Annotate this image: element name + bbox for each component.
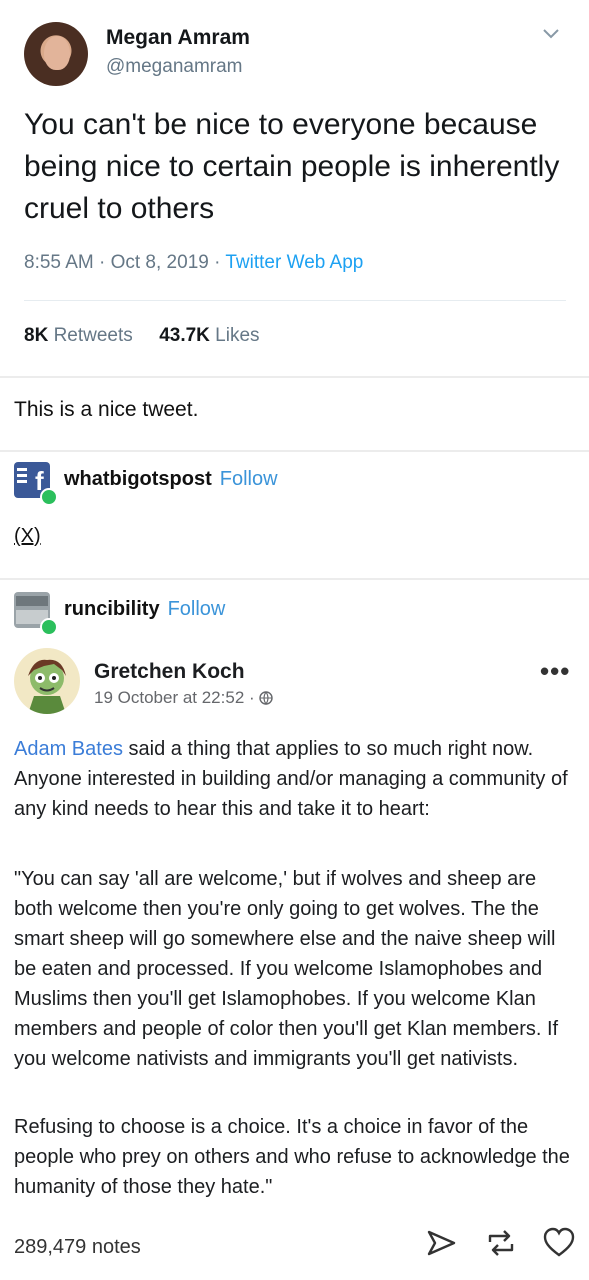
reblog-comment: This is a nice tweet. [14, 398, 199, 421]
likes-stat[interactable]: 43.7K Likes [159, 325, 259, 346]
mention-link[interactable]: Adam Bates [14, 738, 123, 760]
post-date: 19 October at 22:52 · [94, 688, 274, 708]
tweet-source-link[interactable]: Twitter Web App [225, 252, 363, 273]
reblog-text[interactable]: (X) [14, 525, 41, 548]
tweet-stats: 8K Retweets 43.7K Likes [24, 325, 260, 347]
avatar[interactable] [24, 22, 88, 86]
share-icon[interactable] [424, 1226, 458, 1260]
tweet-meta: 8:55 AM · Oct 8, 2019 · Twitter Web App [24, 252, 363, 274]
tweet-author-handle[interactable]: @meganamram [106, 56, 243, 78]
post-paragraph: Adam Bates said a thing that applies to … [14, 738, 568, 820]
blog-name[interactable]: runcibility [64, 598, 160, 620]
notes-count[interactable]: 289,479 notes [14, 1236, 141, 1259]
tweet-time: 8:55 AM · Oct 8, 2019 · [24, 252, 226, 273]
reblog-badge-icon [40, 488, 58, 506]
follow-button[interactable]: Follow [220, 468, 278, 490]
reblog-header-whatbigotspost: f whatbigotspost Follow [14, 462, 414, 506]
tweet-author-name[interactable]: Megan Amram [106, 26, 250, 50]
tweet-text: You can't be nice to everyone because be… [24, 108, 560, 225]
reblog-badge-icon [40, 618, 58, 636]
retweets-stat[interactable]: 8K Retweets [24, 325, 133, 346]
post-author-name[interactable]: Gretchen Koch [94, 660, 245, 684]
more-options-button[interactable]: ••• [540, 656, 570, 687]
divider [0, 376, 589, 378]
tweet-card: Megan Amram @meganamram You can't be nic… [0, 0, 589, 375]
avatar[interactable] [14, 648, 80, 714]
chevron-down-icon[interactable] [540, 22, 566, 48]
divider [0, 578, 589, 580]
divider [0, 450, 589, 452]
post-paragraph: "You can say 'all are welcome,' but if w… [14, 868, 559, 1070]
reblog-header-runcibility: runcibility Follow [14, 592, 414, 636]
globe-icon [259, 691, 274, 705]
divider [24, 300, 566, 301]
blog-name[interactable]: whatbigotspost [64, 468, 212, 490]
post-paragraph: Refusing to choose is a choice. It's a c… [14, 1116, 570, 1198]
heart-icon[interactable] [542, 1226, 576, 1260]
follow-button[interactable]: Follow [168, 598, 226, 620]
reblog-icon[interactable] [484, 1226, 518, 1260]
